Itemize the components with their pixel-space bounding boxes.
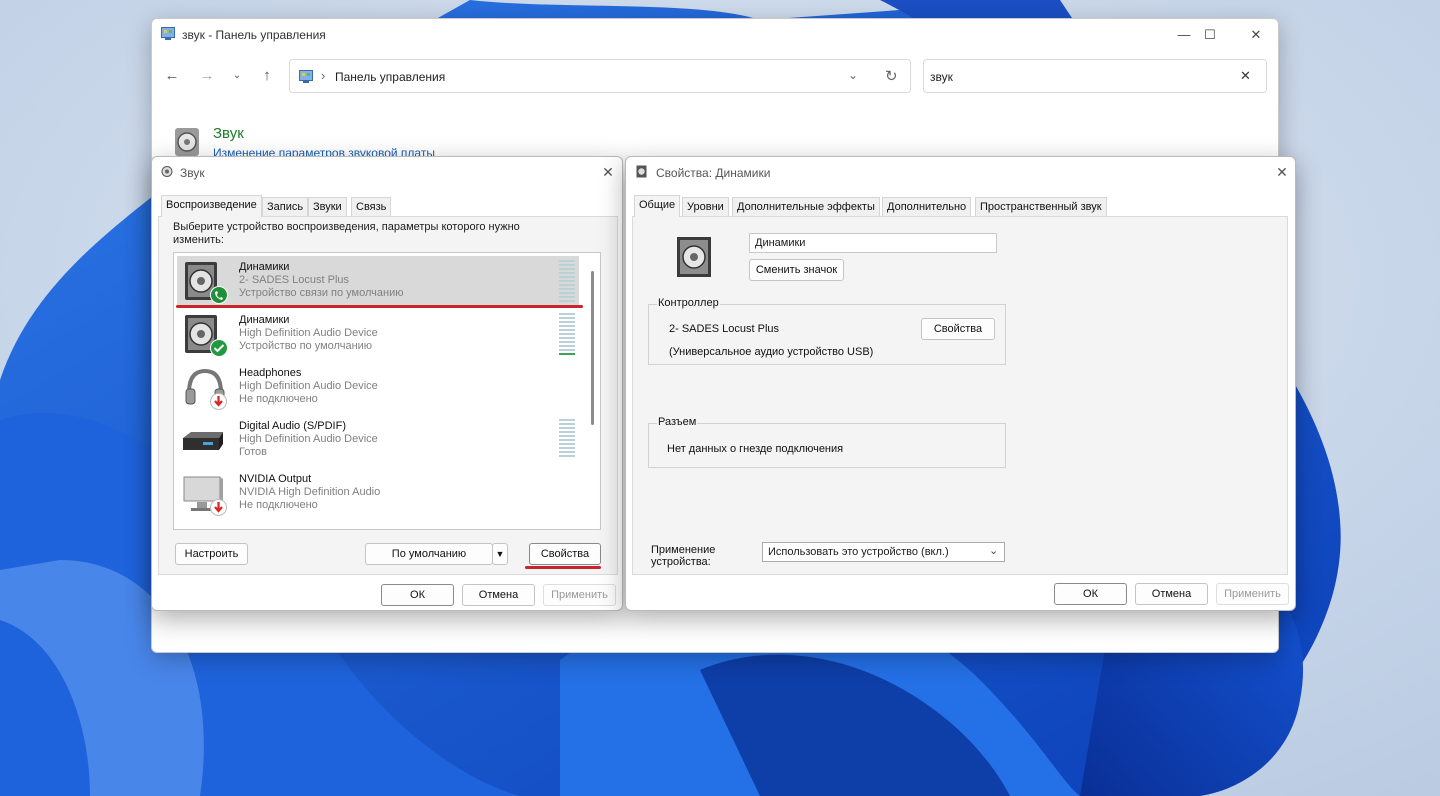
device-name: NVIDIA Output <box>239 473 312 485</box>
cancel-button[interactable]: Отмена <box>462 584 535 606</box>
device-status: Устройство связи по умолчанию <box>239 287 404 299</box>
controller-group: Контроллер 2- SADES Locust Plus (Универс… <box>648 297 1006 365</box>
title-bar[interactable]: звук - Панель управления — ☐ ✕ <box>152 19 1278 51</box>
device-list[interactable]: Динамики 2- SADES Locust Plus Устройство… <box>173 252 601 530</box>
device-driver: 2- SADES Locust Plus <box>239 274 350 286</box>
jack-group: Разъем Нет данных о гнезде подключения <box>648 416 1006 468</box>
highlight-underline <box>525 566 601 569</box>
control-panel-icon <box>299 70 313 86</box>
chevron-down-icon: ⌄ <box>989 545 999 557</box>
refresh-icon[interactable]: ↻ <box>885 67 898 85</box>
device-name: Динамики <box>239 314 290 326</box>
cancel-button[interactable]: Отмена <box>1135 583 1208 605</box>
breadcrumb[interactable]: Панель управления <box>335 70 445 84</box>
device-name-field[interactable]: Динамики <box>749 233 997 253</box>
sound-dialog: Звук ✕ Воспроизведение Запись Звуки Связ… <box>151 156 623 611</box>
general-panel: Динамики Сменить значок Контроллер 2- SA… <box>632 216 1288 575</box>
playback-panel: Выберите устройство воспроизведения, пар… <box>158 216 618 575</box>
apply-button[interactable]: Применить <box>543 584 616 606</box>
check-badge-icon <box>210 339 228 360</box>
set-default-button[interactable]: По умолчанию <box>365 543 493 565</box>
scrollbar[interactable] <box>591 271 594 425</box>
phone-badge-icon <box>210 286 228 307</box>
search-box[interactable]: звук ✕ <box>923 59 1267 93</box>
up-arrow-icon[interactable]: ↑ <box>254 65 280 87</box>
down-arrow-badge-icon <box>210 499 227 519</box>
list-item[interactable]: Digital Audio (S/PDIF) High Definition A… <box>177 415 579 467</box>
list-item[interactable]: Динамики 2- SADES Locust Plus Устройство… <box>177 256 579 308</box>
ok-button[interactable]: ОК <box>381 584 454 606</box>
breadcrumb-chevron-icon: › <box>321 68 326 83</box>
speaker-icon <box>172 125 202 160</box>
device-usage-select[interactable]: Использовать это устройство (вкл.) ⌄ <box>762 542 1005 562</box>
tab-advanced[interactable]: Дополнительно <box>882 197 972 217</box>
close-icon[interactable]: ✕ <box>595 161 621 183</box>
tab-recording[interactable]: Запись <box>262 197 309 217</box>
volume-meter <box>559 419 575 461</box>
device-usage-label: устройства: <box>651 556 711 568</box>
chevron-down-icon[interactable]: ⌄ <box>848 68 858 82</box>
device-status: Устройство по умолчанию <box>239 340 373 352</box>
device-usage-label: Применение <box>651 544 716 556</box>
tab-general[interactable]: Общие <box>634 195 681 217</box>
forward-arrow-icon[interactable]: → <box>194 65 220 87</box>
list-item[interactable]: NVIDIA Output NVIDIA High Definition Aud… <box>177 468 579 520</box>
down-arrow-badge-icon <box>210 393 227 413</box>
tab-playback[interactable]: Воспроизведение <box>161 195 262 217</box>
list-item[interactable]: Динамики High Definition Audio Device Ус… <box>177 309 579 361</box>
recent-dropdown-icon[interactable]: ⌄ <box>224 65 250 87</box>
apply-button[interactable]: Применить <box>1216 583 1289 605</box>
device-status: Готов <box>239 446 267 458</box>
speaker-properties-dialog: Свойства: Динамики ✕ Общие Уровни Дополн… <box>625 156 1296 611</box>
change-icon-button[interactable]: Сменить значок <box>749 259 844 281</box>
spdif-device-icon <box>181 418 229 464</box>
controller-properties-button[interactable]: Свойства <box>921 318 995 340</box>
maximize-button[interactable]: ☐ <box>1190 23 1230 47</box>
device-name: Headphones <box>239 367 302 379</box>
highlight-underline <box>176 305 583 308</box>
window-title: звук - Панель управления <box>182 28 326 42</box>
ok-button[interactable]: ОК <box>1054 583 1127 605</box>
search-input[interactable]: звук <box>930 70 953 84</box>
group-label: Разъем <box>657 416 698 428</box>
tab-enhancements[interactable]: Дополнительные эффекты <box>732 197 880 217</box>
group-label: Контроллер <box>657 297 720 309</box>
tab-communications[interactable]: Связь <box>351 197 392 217</box>
device-usage-value: Использовать это устройство (вкл.) <box>768 546 949 558</box>
list-item[interactable]: Headphones High Definition Audio Device … <box>177 362 579 414</box>
sound-item-title[interactable]: Звук <box>213 125 244 142</box>
jack-info: Нет данных о гнезде подключения <box>667 443 844 455</box>
tab-sounds[interactable]: Звуки <box>308 197 347 217</box>
device-name: Digital Audio (S/PDIF) <box>239 420 346 432</box>
device-status: Не подключено <box>239 499 318 511</box>
dialog-title: Свойства: Динамики <box>656 166 771 180</box>
device-driver: High Definition Audio Device <box>239 327 378 339</box>
device-status: Не подключено <box>239 393 318 405</box>
speaker-icon <box>161 165 173 181</box>
controller-name: 2- SADES Locust Plus <box>669 323 780 335</box>
close-window-button[interactable]: ✕ <box>1236 23 1276 47</box>
configure-button[interactable]: Настроить <box>175 543 248 565</box>
volume-meter <box>559 260 575 302</box>
controller-description: (Универсальное аудио устройство USB) <box>669 346 874 358</box>
set-default-dropdown[interactable]: ▼ <box>492 543 508 565</box>
control-panel-icon <box>161 27 175 40</box>
tab-levels[interactable]: Уровни <box>682 197 729 217</box>
speaker-icon <box>636 165 647 181</box>
device-driver: NVIDIA High Definition Audio <box>239 486 381 498</box>
speaker-device-icon <box>675 235 713 282</box>
device-driver: High Definition Audio Device <box>239 380 378 392</box>
properties-button[interactable]: Свойства <box>529 543 601 565</box>
instruction-text: Выберите устройство воспроизведения, пар… <box>173 221 520 246</box>
clear-search-icon[interactable]: ✕ <box>1240 68 1251 84</box>
address-bar[interactable]: › Панель управления ⌄ ↻ <box>289 59 911 93</box>
dialog-title: Звук <box>180 166 205 180</box>
volume-meter <box>559 313 575 355</box>
device-driver: High Definition Audio Device <box>239 433 378 445</box>
back-arrow-icon[interactable]: ← <box>159 65 185 87</box>
close-icon[interactable]: ✕ <box>1269 161 1295 183</box>
tab-spatial-sound[interactable]: Пространственный звук <box>975 197 1107 217</box>
device-name: Динамики <box>239 261 290 273</box>
